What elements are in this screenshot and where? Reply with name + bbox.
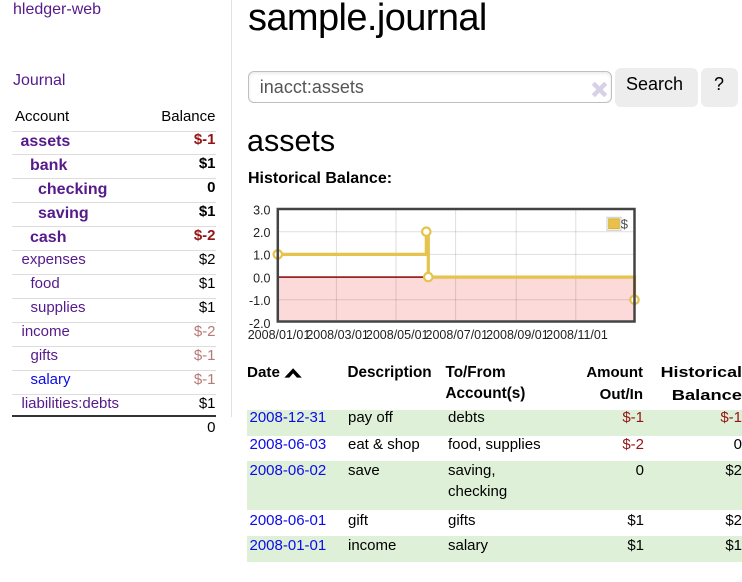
svg-text:1.0: 1.0 <box>253 249 270 263</box>
svg-text:2.0: 2.0 <box>253 226 270 240</box>
svg-text:2008/05/01: 2008/05/01 <box>366 328 429 342</box>
svg-text:2008/07/01: 2008/07/01 <box>426 328 489 342</box>
svg-text:2008/03/01: 2008/03/01 <box>306 328 369 342</box>
svg-text:2008/01/01: 2008/01/01 <box>248 328 311 342</box>
svg-text:2008/09/01: 2008/09/01 <box>486 328 549 342</box>
svg-text:0.0: 0.0 <box>253 271 270 285</box>
svg-text:2008/11/01: 2008/11/01 <box>546 328 608 342</box>
svg-text:3.0: 3.0 <box>253 203 270 217</box>
svg-text:$: $ <box>621 217 629 232</box>
svg-text:-1.0: -1.0 <box>249 294 271 308</box>
